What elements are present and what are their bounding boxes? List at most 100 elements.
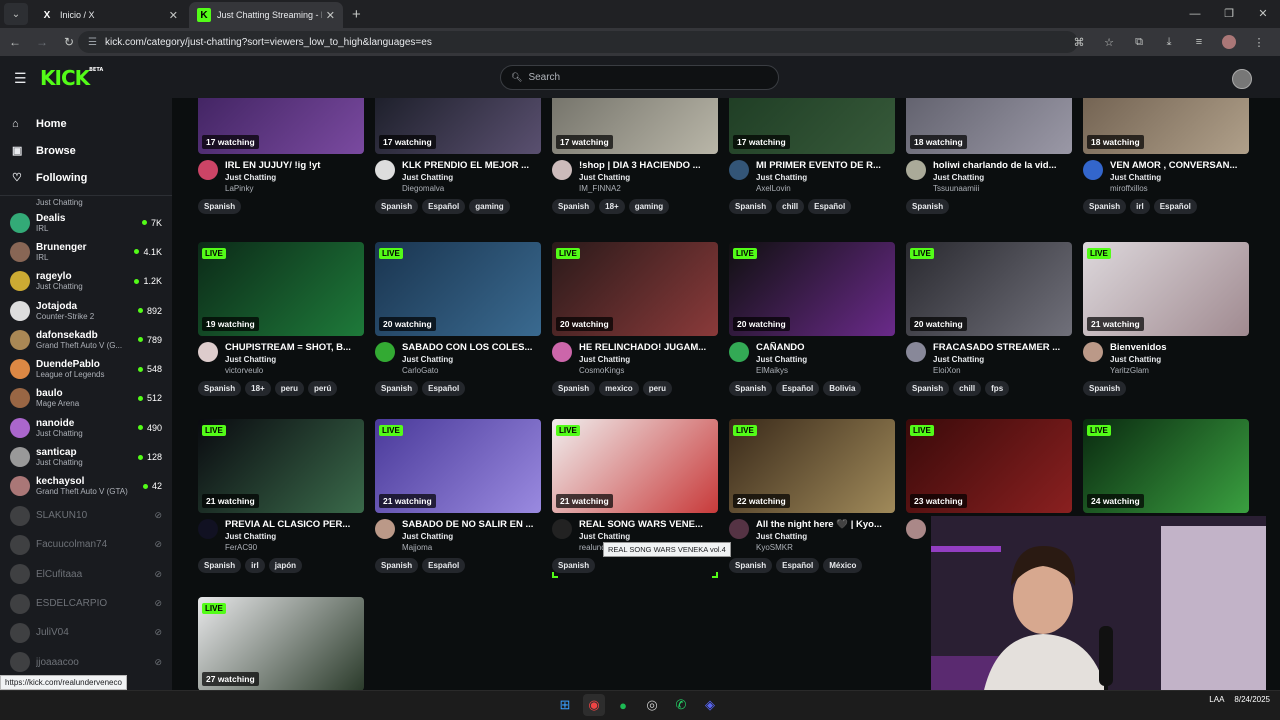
menu-dots-icon[interactable]: ⋮ — [1244, 36, 1274, 49]
stream-category[interactable]: Just Chatting — [933, 355, 1072, 364]
channel-name[interactable]: AxelLovin — [756, 184, 895, 193]
stream-card[interactable]: LIVE 21 watching PREVIA AL CLASICO PER... J… — [198, 419, 364, 573]
sidebar-channel[interactable]: santicap Just Chatting 128 — [0, 442, 172, 471]
stream-title[interactable]: SABADO CON LOS COLES... — [402, 342, 541, 353]
tag-chip[interactable]: fps — [985, 381, 1010, 396]
tag-chip[interactable]: Spanish — [375, 558, 419, 573]
sidebar-channel[interactable]: DuendePablo League of Legends 548 — [0, 354, 172, 383]
stream-thumbnail[interactable]: LIVE 24 watching — [1083, 419, 1249, 513]
user-avatar[interactable] — [1232, 69, 1252, 89]
tag-chip[interactable]: irl — [1130, 199, 1150, 214]
channel-name[interactable]: KyoSMKR — [756, 543, 895, 552]
whatsapp-icon[interactable]: ✆ — [670, 694, 692, 716]
channel-name[interactable]: FerAC90 — [225, 543, 364, 552]
stream-card[interactable]: 17 watching IRL EN JUJUY/ !ig !yt Just Cha… — [198, 98, 364, 214]
tag-chip[interactable]: mexico — [599, 381, 639, 396]
clock[interactable]: 8/24/2025 — [1234, 694, 1270, 705]
stream-thumbnail[interactable]: LIVE 22 watching — [729, 419, 895, 513]
stream-category[interactable]: Just Chatting — [225, 355, 364, 364]
close-window-icon[interactable]: ✕ — [1246, 0, 1280, 28]
stream-title[interactable]: MI PRIMER EVENTO DE R... — [756, 160, 895, 171]
stream-category[interactable]: Just Chatting — [756, 173, 895, 182]
nav-browse[interactable]: ▣ Browse — [12, 137, 172, 164]
app-icon[interactable]: ◎ — [641, 694, 663, 716]
channel-avatar[interactable] — [552, 519, 572, 539]
reading-list-icon[interactable]: ≡ — [1184, 36, 1214, 48]
sidebar-channel-offline[interactable]: ElCufitaaa ⊘ — [0, 560, 172, 589]
tag-chip[interactable]: Spanish — [198, 558, 242, 573]
channel-avatar[interactable] — [729, 160, 749, 180]
channel-avatar[interactable] — [198, 342, 218, 362]
restore-icon[interactable]: ❐ — [1212, 0, 1246, 28]
tag-chip[interactable]: Español — [422, 558, 466, 573]
channel-name[interactable]: EloiXon — [933, 366, 1072, 375]
stream-thumbnail[interactable]: 17 watching — [729, 98, 895, 154]
tag-chip[interactable]: Spanish — [1083, 381, 1127, 396]
close-tab-icon[interactable]: ✕ — [326, 9, 335, 22]
channel-avatar[interactable] — [729, 342, 749, 362]
profile-avatar-icon[interactable] — [1222, 35, 1236, 49]
discord-icon[interactable]: ◈ — [699, 694, 721, 716]
stream-thumbnail[interactable]: LIVE 23 watching — [906, 419, 1072, 513]
stream-category[interactable]: Just Chatting — [402, 532, 541, 541]
stream-category[interactable]: Just Chatting — [579, 532, 718, 541]
channel-name[interactable]: YaritzGlam — [1110, 366, 1249, 375]
chrome-icon[interactable]: ◉ — [583, 694, 605, 716]
extensions-icon[interactable]: ⧉ — [1124, 36, 1154, 49]
tag-chip[interactable]: Spanish — [729, 199, 773, 214]
tag-chip[interactable]: Spanish — [198, 381, 242, 396]
minimize-icon[interactable]: — — [1178, 0, 1212, 28]
channel-avatar[interactable] — [198, 519, 218, 539]
sidebar-channel-offline[interactable]: JuliV04 ⊘ — [0, 618, 172, 647]
stream-category[interactable]: Just Chatting — [225, 532, 364, 541]
channel-name[interactable]: LaPinky — [225, 184, 364, 193]
new-tab-icon[interactable]: + — [352, 6, 361, 23]
stream-title[interactable]: SABADO DE NO SALIR EN ... — [402, 519, 541, 530]
stream-card[interactable]: LIVE 20 watching FRACASADO STREAMER ... Jus… — [906, 242, 1072, 396]
tag-chip[interactable]: Spanish — [729, 558, 773, 573]
stream-card[interactable]: LIVE 21 watching Bienvenidos Just Chatting Y… — [1083, 242, 1249, 396]
sidebar-channel-offline[interactable]: jjoaaacoo ⊘ — [0, 647, 172, 676]
channel-avatar[interactable] — [198, 160, 218, 180]
tag-chip[interactable]: irl — [245, 558, 265, 573]
stream-category[interactable]: Just Chatting — [1110, 355, 1249, 364]
stream-thumbnail[interactable]: 17 watching — [198, 98, 364, 154]
tag-chip[interactable]: Español — [1153, 199, 1197, 214]
tag-chip[interactable]: Spanish — [906, 381, 950, 396]
tag-chip[interactable]: peru — [274, 381, 305, 396]
browser-tab-kick[interactable]: K Just Chatting Streaming - Live S ✕ — [189, 2, 343, 28]
channel-avatar[interactable] — [375, 519, 395, 539]
channel-name[interactable]: Diegomalva — [402, 184, 541, 193]
nav-following[interactable]: ♡ Following — [12, 164, 172, 191]
tag-chip[interactable]: Español — [776, 381, 820, 396]
sidebar-channel-offline[interactable]: ESDELCARPIO ⊘ — [0, 589, 172, 618]
tag-chip[interactable]: México — [823, 558, 863, 573]
stream-card[interactable]: LIVE 22 watching All the night here 🖤 | Ky… — [729, 419, 895, 573]
stream-thumbnail[interactable]: LIVE 19 watching — [198, 242, 364, 336]
browser-tab-x[interactable]: X Inicio / X ✕ — [32, 2, 186, 28]
stream-category[interactable]: Just Chatting — [756, 355, 895, 364]
sidebar-channel[interactable]: kechaysol Grand Theft Auto V (GTA) 42 — [0, 472, 172, 501]
channel-name[interactable]: ElMaikys — [756, 366, 895, 375]
stream-thumbnail[interactable]: 17 watching — [375, 98, 541, 154]
tag-chip[interactable]: gaming — [469, 199, 510, 214]
channel-name[interactable]: victorveulo — [225, 366, 364, 375]
translate-icon[interactable]: ⌘ — [1064, 36, 1094, 49]
tag-chip[interactable]: Español — [422, 199, 466, 214]
stream-card[interactable]: LIVE 20 watching SABADO CON LOS COLES... Ju… — [375, 242, 541, 396]
stream-card[interactable]: LIVE 21 watching SABADO DE NO SALIR EN ...… — [375, 419, 541, 573]
sidebar-channel[interactable]: nanoide Just Chatting 490 — [0, 413, 172, 442]
stream-thumbnail[interactable]: 18 watching — [906, 98, 1072, 154]
channel-avatar[interactable] — [906, 160, 926, 180]
tag-chip[interactable]: Spanish — [552, 199, 596, 214]
stream-title[interactable]: VEN AMOR , CONVERSAN... — [1110, 160, 1249, 171]
stream-card[interactable]: LIVE 24 watching — [1083, 419, 1249, 513]
tag-chip[interactable]: 18+ — [599, 199, 625, 214]
channel-name[interactable]: CosmoKings — [579, 366, 718, 375]
channel-avatar[interactable] — [375, 160, 395, 180]
sidebar-channel[interactable]: dafonsekadb Grand Theft Auto V (G... 789 — [0, 325, 172, 354]
tag-chip[interactable]: Español — [422, 381, 466, 396]
stream-thumbnail[interactable]: 17 watching — [552, 98, 718, 154]
stream-category[interactable]: Just Chatting — [933, 173, 1072, 182]
stream-title[interactable]: CAÑANDO — [756, 342, 895, 353]
